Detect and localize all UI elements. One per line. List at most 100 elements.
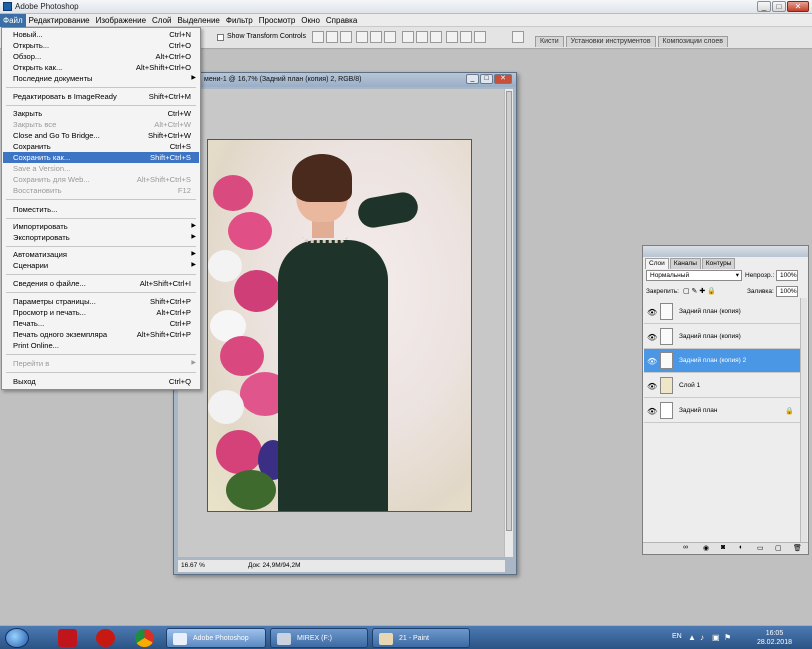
doc-close-button[interactable]: ✕ (494, 74, 512, 84)
canvas-image[interactable] (207, 139, 472, 512)
scroll-thumb[interactable] (506, 91, 512, 531)
menu-filter[interactable]: Фильтр (223, 14, 256, 27)
well-tab-layer-comps[interactable]: Композиции слоев (657, 36, 728, 47)
menu-item-import[interactable]: Импортировать ▶ (3, 221, 199, 232)
tab-paths[interactable]: Контуры (701, 258, 736, 269)
language-indicator[interactable]: EN (672, 633, 682, 640)
link-layers-icon[interactable]: ∞ (683, 544, 688, 551)
palette-well-icon[interactable] (512, 31, 524, 43)
menu-item-place[interactable]: Поместить... (3, 204, 199, 215)
layer-row-selected[interactable]: 👁 Задний план (копия) 2 (644, 349, 800, 373)
menu-item-automate[interactable]: Автоматизация ▶ (3, 249, 199, 260)
task-paint[interactable]: 21 - Paint (372, 628, 470, 648)
task-photoshop[interactable]: Adobe Photoshop (166, 628, 266, 648)
distribute-hcenter-icon[interactable] (460, 31, 472, 43)
menu-item-print-online[interactable]: Print Online... (3, 340, 199, 351)
tab-channels[interactable]: Каналы (669, 258, 701, 269)
doc-maximize-button[interactable]: □ (480, 74, 493, 84)
menu-file[interactable]: Файл (0, 13, 26, 27)
menu-item-edit-imageready[interactable]: Редактировать в ImageReady Shift+Ctrl+M (3, 91, 199, 102)
menu-item-open[interactable]: Открыть... Ctrl+O (3, 40, 199, 51)
chrome-icon[interactable] (135, 629, 154, 647)
menu-item-file-info[interactable]: Сведения о файле... Alt+Shift+Ctrl+I (3, 278, 199, 289)
show-transform-checkbox[interactable] (217, 34, 224, 41)
layer-row[interactable]: 👁 Слой 1 (644, 374, 800, 398)
maximize-button[interactable]: □ (772, 1, 786, 12)
menu-item-new[interactable]: Новый... Ctrl+N (3, 29, 199, 40)
adjustment-layer-icon[interactable]: ◐ (739, 544, 743, 551)
align-left-icon[interactable] (356, 31, 368, 43)
align-right-icon[interactable] (384, 31, 396, 43)
clock[interactable]: 16:05 28.02.2018 (757, 629, 792, 647)
opacity-field[interactable]: 100% (776, 270, 798, 281)
fill-field[interactable]: 100% (776, 286, 798, 297)
distribute-right-icon[interactable] (474, 31, 486, 43)
close-button[interactable]: ✕ (787, 1, 809, 12)
app-icon-pinned[interactable] (58, 629, 77, 647)
menu-window[interactable]: Окно (298, 14, 323, 27)
menu-item-close-bridge[interactable]: Close and Go To Bridge... Shift+Ctrl+W (3, 130, 199, 141)
layer-row[interactable]: 👁 Задний план (копия) (644, 325, 800, 349)
tray-arrow-icon[interactable]: ▲ (688, 633, 696, 642)
menu-item-close[interactable]: Закрыть Ctrl+W (3, 108, 199, 119)
menu-item-save-web[interactable]: Сохранить для Web... Alt+Shift+Ctrl+S (3, 174, 199, 185)
panel-scrollbar[interactable] (800, 298, 807, 543)
distribute-left-icon[interactable] (446, 31, 458, 43)
menu-item-jump-to[interactable]: Перейти в ▶ (3, 358, 199, 369)
menu-item-save-as[interactable]: Сохранить как... Shift+Ctrl+S (3, 152, 199, 163)
menu-item-save[interactable]: Сохранить Ctrl+S (3, 141, 199, 152)
tab-layers[interactable]: Слои (645, 258, 669, 269)
network-icon[interactable]: ▣ (712, 633, 720, 642)
panel-title-bar[interactable] (643, 246, 808, 257)
zoom-level[interactable]: 16.67 % (181, 560, 205, 572)
well-tab-tool-presets[interactable]: Установки инструментов (565, 36, 656, 47)
distribute-bottom-icon[interactable] (430, 31, 442, 43)
task-explorer[interactable]: MIREX (F:) (270, 628, 368, 648)
layer-row[interactable]: 👁 Задний план 🔒 (644, 399, 800, 423)
distribute-vcenter-icon[interactable] (416, 31, 428, 43)
opera-icon[interactable] (96, 629, 115, 647)
clock-time: 16:05 (765, 630, 784, 637)
vertical-scrollbar[interactable] (504, 89, 513, 557)
menu-bar: Файл Редактирование Изображение Слой Выд… (0, 13, 812, 27)
flag-icon[interactable]: ⚑ (724, 633, 731, 642)
menu-item-revert[interactable]: Восстановить F12 (3, 185, 199, 196)
menu-item-close-all[interactable]: Закрыть все Alt+Ctrl+W (3, 119, 199, 130)
menu-select[interactable]: Выделение (174, 14, 222, 27)
menu-image[interactable]: Изображение (93, 14, 149, 27)
menu-item-page-setup[interactable]: Параметры страницы... Shift+Ctrl+P (3, 296, 199, 307)
trash-icon[interactable]: 🗑 (793, 544, 802, 552)
new-layer-icon[interactable]: ▢ (775, 544, 782, 552)
well-tab-brushes[interactable]: Кисти (535, 36, 564, 47)
layer-style-icon[interactable]: ◉ (703, 544, 709, 552)
menu-item-print[interactable]: Печать... Ctrl+P (3, 318, 199, 329)
menu-item-print-preview[interactable]: Просмотр и печать... Alt+Ctrl+P (3, 307, 199, 318)
menu-help[interactable]: Справка (323, 14, 360, 27)
mask-icon[interactable]: ◙ (721, 544, 725, 551)
menu-item-export[interactable]: Экспортировать ▶ (3, 232, 199, 243)
menu-edit[interactable]: Редактирование (26, 14, 93, 27)
menu-item-exit[interactable]: Выход Ctrl+Q (3, 376, 199, 387)
document-size-info[interactable]: Док: 24,9M/94,2M (248, 560, 300, 572)
group-icon[interactable]: ▭ (757, 544, 764, 552)
layer-row[interactable]: 👁 Задний план (копия) (644, 300, 800, 324)
start-button[interactable] (5, 628, 29, 648)
distribute-top-icon[interactable] (402, 31, 414, 43)
align-hcenter-icon[interactable] (370, 31, 382, 43)
align-top-icon[interactable] (312, 31, 324, 43)
menu-item-save-version[interactable]: Save a Version... (3, 163, 199, 174)
menu-item-open-as[interactable]: Открыть как... Alt+Shift+Ctrl+O (3, 62, 199, 73)
menu-view[interactable]: Просмотр (256, 14, 299, 27)
align-vcenter-icon[interactable] (326, 31, 338, 43)
menu-item-recent[interactable]: Последние документы ▶ (3, 73, 199, 84)
align-bottom-icon[interactable] (340, 31, 352, 43)
minimize-button[interactable]: _ (757, 1, 771, 12)
menu-item-browse[interactable]: Обзор... Alt+Ctrl+O (3, 51, 199, 62)
menu-item-print-one[interactable]: Печать одного экземпляра Alt+Shift+Ctrl+P (3, 329, 199, 340)
doc-minimize-button[interactable]: _ (466, 74, 479, 84)
menu-item-scripts[interactable]: Сценарии ▶ (3, 260, 199, 271)
blend-mode-select[interactable]: Нормальный ▾ (646, 270, 742, 281)
menu-layer[interactable]: Слой (149, 14, 174, 27)
lock-icons[interactable]: ▢ ✎ ✚ 🔒 (683, 287, 716, 295)
volume-icon[interactable]: ♪ (700, 633, 704, 642)
